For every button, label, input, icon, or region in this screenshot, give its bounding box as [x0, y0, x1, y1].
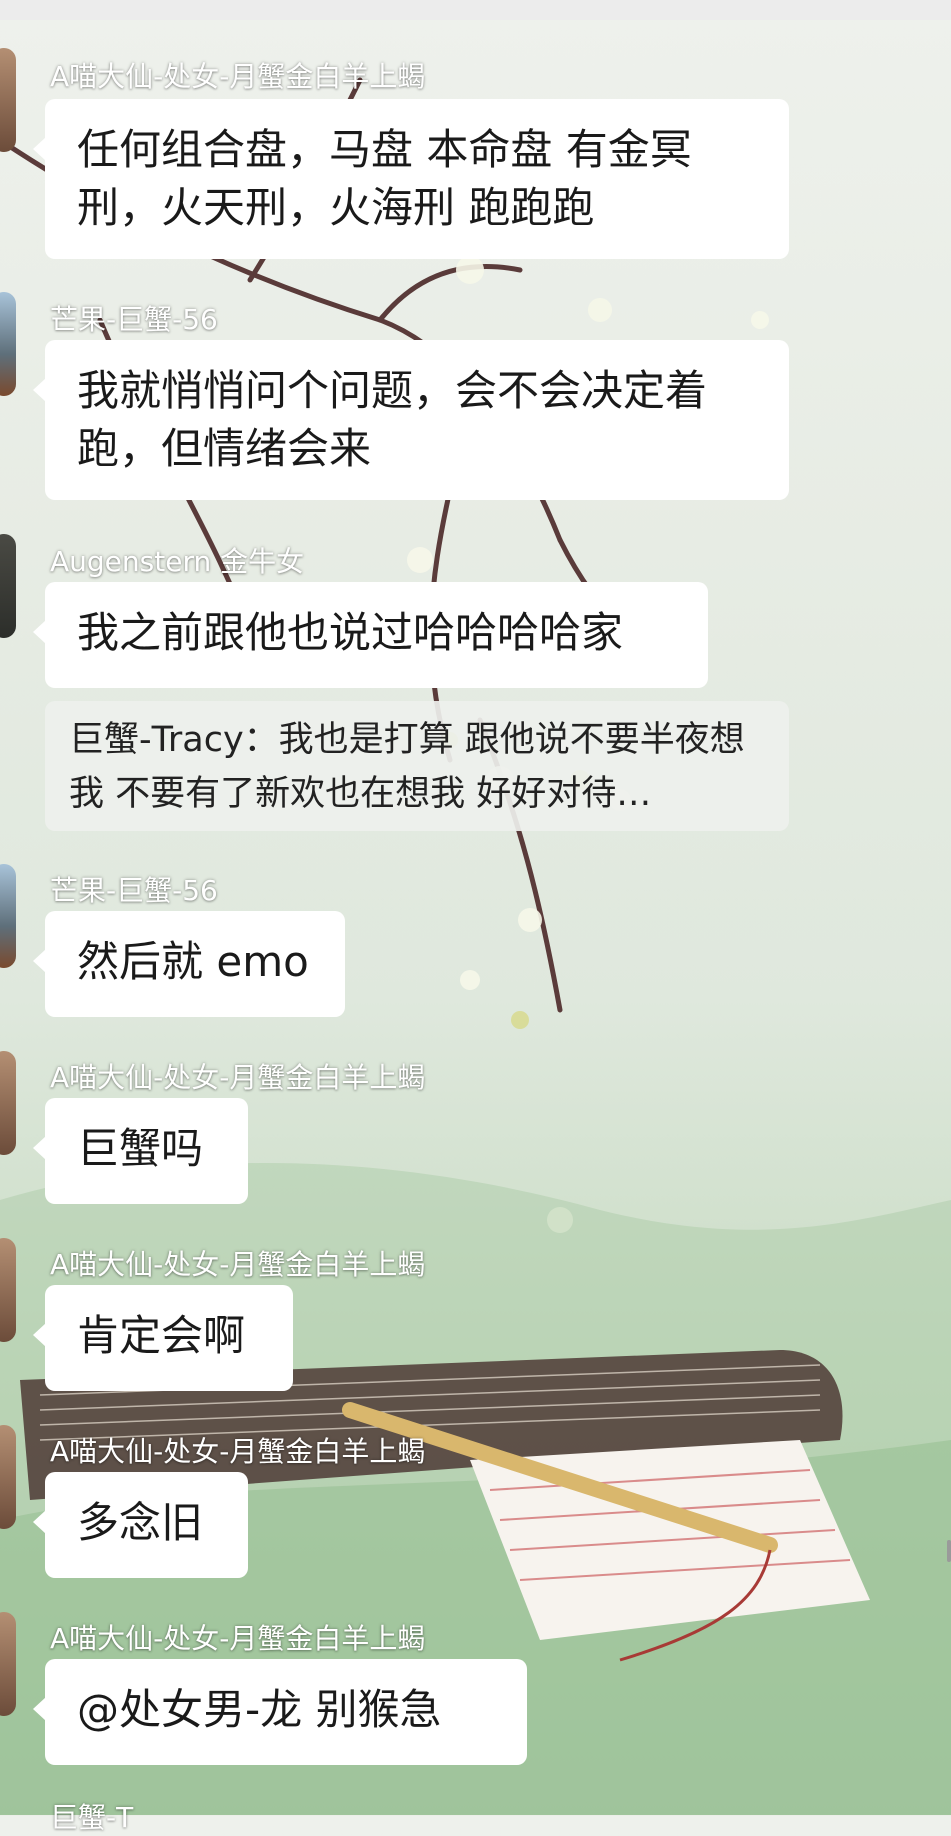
sender-name: 巨蟹-T	[50, 1801, 134, 1834]
status-bar	[0, 0, 951, 20]
avatar[interactable]	[0, 534, 16, 638]
avatar[interactable]	[0, 1612, 16, 1716]
avatar[interactable]	[0, 1238, 16, 1342]
sender-name: A喵大仙-处女-月蟹金白羊上蝎	[50, 1435, 426, 1468]
sender-name: A喵大仙-处女-月蟹金白羊上蝎	[50, 60, 426, 93]
quoted-reply[interactable]: 巨蟹-Tracy：我也是打算 跟他说不要半夜想我 不要有了新欢也在想我 好好对待…	[45, 701, 789, 831]
message-bubble[interactable]: 然后就 emo	[33, 911, 345, 1017]
sender-name: 芒果-巨蟹-56	[50, 303, 218, 336]
sender-name: A喵大仙-处女-月蟹金白羊上蝎	[50, 1248, 426, 1281]
avatar[interactable]	[0, 1051, 16, 1155]
message-bubble[interactable]: 我就悄悄问个问题，会不会决定着跑，但情绪会来	[33, 340, 789, 500]
sender-name: Augenstern 金牛女	[50, 545, 305, 578]
scrollbar-thumb[interactable]	[947, 1540, 951, 1562]
message-bubble[interactable]: 多念旧	[33, 1472, 248, 1578]
sender-name: A喵大仙-处女-月蟹金白羊上蝎	[50, 1061, 426, 1094]
message-bubble[interactable]: @处女男-龙 别猴急	[33, 1659, 527, 1765]
avatar[interactable]	[0, 292, 16, 396]
avatar[interactable]	[0, 48, 16, 152]
avatar[interactable]	[0, 1425, 16, 1529]
message-bubble[interactable]: 巨蟹吗	[33, 1098, 248, 1204]
message-bubble[interactable]: 肯定会啊	[33, 1285, 293, 1391]
message-bubble[interactable]: 任何组合盘，马盘 本命盘 有金冥刑，火天刑，火海刑 跑跑跑	[33, 99, 789, 259]
sender-name: 芒果-巨蟹-56	[50, 874, 218, 907]
sender-name: A喵大仙-处女-月蟹金白羊上蝎	[50, 1622, 426, 1655]
avatar[interactable]	[0, 864, 16, 968]
message-bubble[interactable]: 我之前跟他也说过哈哈哈哈家	[33, 582, 708, 688]
